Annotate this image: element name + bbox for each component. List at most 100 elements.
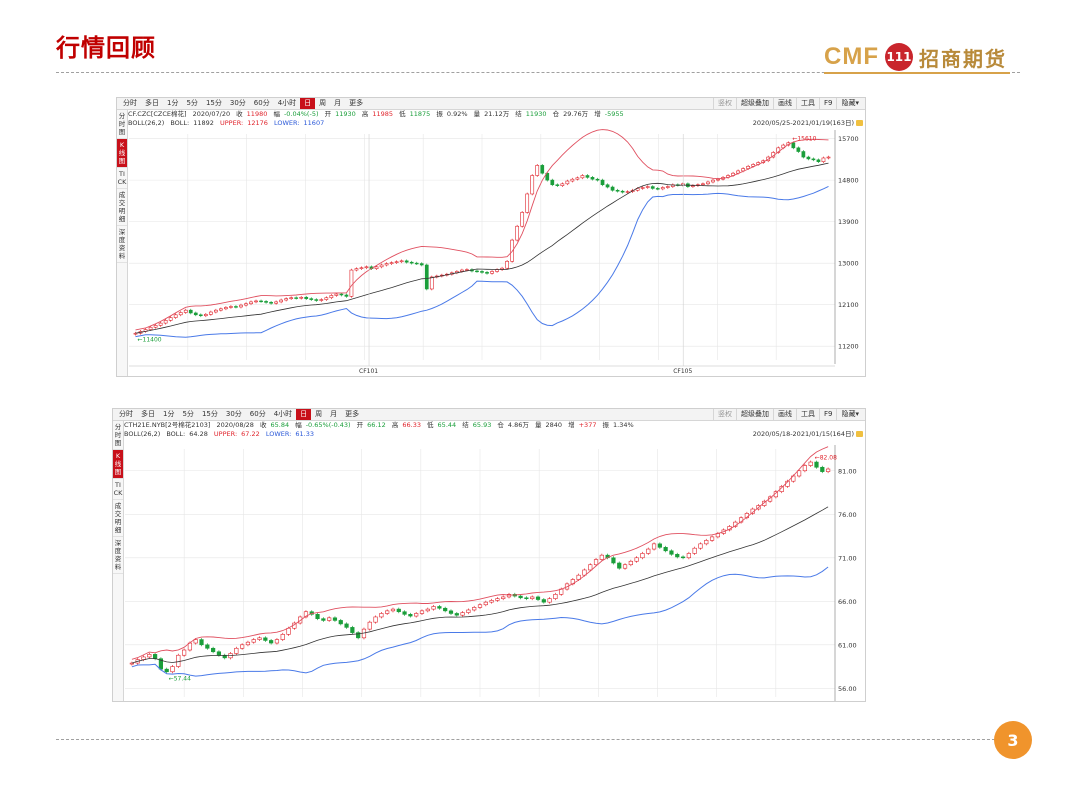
candle xyxy=(349,269,354,297)
candle xyxy=(560,183,565,186)
candle xyxy=(158,322,163,326)
candle xyxy=(309,298,314,300)
candle xyxy=(324,297,329,300)
candle xyxy=(645,186,650,188)
y-tick-label: 12100 xyxy=(838,301,859,309)
candle xyxy=(599,554,604,560)
candle xyxy=(269,302,273,304)
y-tick-label: 76.00 xyxy=(838,511,857,519)
candle xyxy=(443,607,448,612)
candle xyxy=(208,311,213,315)
grid xyxy=(125,449,835,697)
candle xyxy=(665,186,670,188)
candle xyxy=(811,158,816,161)
candle xyxy=(182,649,187,656)
candle xyxy=(199,639,204,646)
candle xyxy=(820,466,825,472)
logo-underline xyxy=(824,72,1010,74)
candle xyxy=(129,662,134,665)
candle xyxy=(216,651,222,656)
candle xyxy=(234,647,239,654)
candle xyxy=(489,600,494,603)
candle xyxy=(402,611,407,615)
low-annotation: ←57.44 xyxy=(169,675,191,682)
candle xyxy=(480,271,484,273)
candle xyxy=(806,156,811,160)
y-tick-label: 15700 xyxy=(838,135,859,143)
candle xyxy=(284,298,289,301)
candle xyxy=(570,178,575,182)
candle xyxy=(164,668,169,673)
candle xyxy=(408,614,413,617)
candle xyxy=(646,548,651,554)
candle xyxy=(698,543,703,549)
candle xyxy=(304,296,309,299)
candle xyxy=(524,597,529,599)
candle xyxy=(711,179,715,183)
logo-cn-text: 招商期货 xyxy=(918,46,1007,71)
candle xyxy=(350,627,355,633)
candle xyxy=(319,299,324,301)
candle xyxy=(389,262,394,264)
candle xyxy=(515,225,520,241)
candle xyxy=(600,179,605,186)
candle xyxy=(495,598,500,601)
candle xyxy=(622,564,628,569)
candle xyxy=(419,610,425,614)
chart-panel-cf: 分时 多日 1分 5分 15分 30分 60分 4小时日周月更多 竖权 超级叠加 画线 工具 F9 隐藏… xyxy=(116,97,866,377)
candle xyxy=(170,666,175,673)
candle xyxy=(321,618,326,621)
candle xyxy=(213,309,218,313)
candle xyxy=(263,637,268,641)
candle xyxy=(147,654,152,658)
candle xyxy=(585,175,590,178)
candle xyxy=(816,159,821,162)
candle xyxy=(650,186,655,189)
candle xyxy=(254,300,258,303)
candle xyxy=(274,301,278,304)
candle xyxy=(229,306,233,308)
candle xyxy=(655,188,660,190)
candle xyxy=(379,613,384,618)
candle xyxy=(640,553,645,559)
logo-text: CMF xyxy=(824,43,879,70)
candle xyxy=(692,547,697,554)
candle xyxy=(379,264,384,268)
candle xyxy=(257,637,262,640)
candle xyxy=(663,547,668,552)
candle xyxy=(153,325,158,328)
candle xyxy=(409,261,414,264)
candle xyxy=(279,299,283,303)
candle xyxy=(394,261,399,263)
candle xyxy=(483,601,488,606)
y-tick-label: 14800 xyxy=(838,177,859,185)
candle xyxy=(176,654,181,667)
candle xyxy=(315,614,320,619)
candle xyxy=(163,320,168,324)
candle xyxy=(801,151,806,158)
candle xyxy=(505,260,509,269)
candle xyxy=(437,606,442,609)
candle xyxy=(404,260,409,263)
candle xyxy=(245,641,251,646)
candle xyxy=(605,184,610,188)
candle xyxy=(327,617,332,621)
candle xyxy=(294,297,299,299)
candle xyxy=(588,564,593,571)
candle xyxy=(339,293,344,296)
candle xyxy=(808,461,813,466)
low-annotation: ←11400 xyxy=(138,337,162,344)
candle xyxy=(802,465,807,472)
candle xyxy=(431,606,436,610)
candle xyxy=(610,186,615,191)
candle xyxy=(565,180,570,185)
candle xyxy=(359,267,364,269)
y-tick-label: 56.00 xyxy=(838,685,857,693)
candle xyxy=(219,308,223,311)
candle xyxy=(466,609,471,613)
grid xyxy=(129,134,835,360)
candle xyxy=(374,266,379,269)
candle xyxy=(280,634,285,640)
candle xyxy=(354,268,359,271)
candle xyxy=(611,557,616,564)
